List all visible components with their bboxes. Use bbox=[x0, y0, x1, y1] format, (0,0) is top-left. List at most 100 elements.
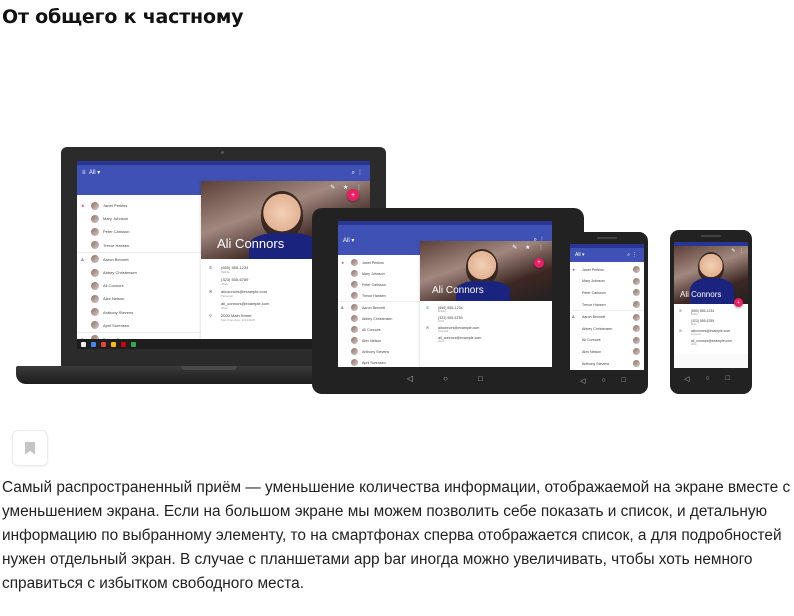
app-title: All bbox=[343, 237, 350, 244]
contact-row[interactable]: Ali Connors bbox=[77, 279, 201, 292]
contact-row[interactable]: ★ Janet Perkins bbox=[77, 199, 201, 212]
contact-row[interactable]: Alex Nelson bbox=[77, 292, 201, 305]
contact-row[interactable]: Anthony Stevens bbox=[77, 306, 201, 319]
contact-info: ✆ (650) 555-1234 Mobile (323) 555-6789 Work ✉… bbox=[420, 301, 552, 351]
contact-info-row: (323) 555-6789 Work bbox=[426, 316, 546, 323]
contact-row[interactable]: Mary Johnson bbox=[570, 276, 644, 288]
detail-toolbar-icons: ✎ ★ ⋮ bbox=[512, 245, 547, 251]
phone-icon: ✆ bbox=[426, 306, 430, 310]
contact-name: Abbey Christensen bbox=[582, 326, 613, 331]
contact-list: ★ Janet Perkins Mary Johnson Peter Carlsson… bbox=[570, 262, 644, 370]
contact-row[interactable]: Peter Carlsson bbox=[338, 279, 420, 290]
contact-row[interactable]: Anthony Stevens bbox=[338, 346, 420, 357]
app-bar-title: All ▾ bbox=[575, 252, 585, 258]
contact-name: Ali Connors bbox=[217, 236, 285, 251]
contact-row[interactable]: A Aaron Bennett bbox=[570, 311, 644, 323]
phone-screen: All ▾ ⌕⋮ ★ Janet Perkins Mary Johnson Peter… bbox=[570, 244, 644, 370]
tablet-mockup: All ▾ ⌕⋮ ★ Janet Perkins Mary Johnson Peter… bbox=[312, 208, 584, 394]
contact-row[interactable]: Anthony Stevens bbox=[570, 358, 644, 370]
contact-name: April Sorensen bbox=[362, 360, 386, 365]
contact-row[interactable]: April Sorensen bbox=[338, 357, 420, 367]
contact-row[interactable]: April Sorensen bbox=[77, 319, 201, 333]
youtube-icon bbox=[121, 341, 126, 347]
app-title: All bbox=[575, 252, 581, 258]
contact-name: Trevor Hansen bbox=[582, 302, 606, 307]
contact-row[interactable]: A Aaron Bennett bbox=[338, 302, 420, 313]
home-icon: ○ bbox=[705, 375, 710, 382]
contact-name: Ali Connors bbox=[362, 327, 381, 332]
contact-row[interactable]: A Aaron Bennett bbox=[77, 253, 201, 266]
info-label: Work bbox=[221, 306, 228, 310]
contact-row[interactable]: ★ Janet Perkins bbox=[338, 257, 420, 268]
avatar bbox=[633, 325, 640, 333]
contact-info: ✆ (650) 555-1234 Mobile (323) 555-6789 Work ✉… bbox=[674, 304, 748, 354]
avatar bbox=[91, 321, 99, 330]
contact-row[interactable]: Abbey Christensen bbox=[338, 313, 420, 324]
phone-icon: ✆ bbox=[209, 265, 213, 270]
contact-row[interactable]: Abbey Christensen bbox=[77, 266, 201, 279]
avatar bbox=[91, 268, 99, 277]
contact-photo: ✎ ★ ⋮ Ali Connors bbox=[420, 241, 552, 301]
recents-icon: □ bbox=[725, 375, 730, 382]
contact-name: Alex Nelson bbox=[103, 296, 125, 302]
contact-row[interactable]: Ali Connors bbox=[338, 324, 420, 335]
contact-name: Aaron Bennett bbox=[103, 256, 129, 262]
email-icon: ✉ bbox=[426, 326, 430, 330]
avatar bbox=[351, 337, 358, 344]
avatar bbox=[91, 241, 99, 250]
contact-row[interactable]: Ali Connors bbox=[570, 335, 644, 347]
avatar bbox=[91, 214, 99, 223]
phone-nav-bar: ◁ ○ □ bbox=[580, 377, 626, 385]
contact-row[interactable]: Alex Nelson bbox=[338, 335, 420, 346]
contact-row[interactable]: Peter Carlsson bbox=[77, 225, 201, 238]
tablet-nav-bar: ◁ ○ □ bbox=[407, 374, 483, 383]
add-icon: + bbox=[534, 258, 544, 268]
avatar bbox=[91, 227, 99, 236]
contact-row[interactable]: Alex Nelson bbox=[570, 346, 644, 358]
contact-row[interactable]: Trevor Hansen bbox=[570, 299, 644, 312]
contact-name: Ali Connors bbox=[103, 283, 124, 289]
contact-row[interactable]: Peter Carlsson bbox=[570, 287, 644, 299]
avatar bbox=[91, 281, 99, 290]
docs-icon bbox=[111, 341, 116, 347]
contact-name: Ali Connors bbox=[582, 338, 601, 343]
app-bar-title: ≡ All ▾ bbox=[82, 170, 101, 176]
avatar bbox=[633, 348, 640, 356]
contact-row[interactable]: Trevor Hansen bbox=[77, 239, 201, 253]
email-icon: ✉ bbox=[679, 329, 682, 333]
contact-info-row: ✉ aliconnors@example.com Personal bbox=[426, 326, 546, 333]
phone-detail-mockup: ✎ ⋮ Ali Connors + ✆ (650) 555-1234 Mobile (… bbox=[670, 230, 752, 394]
contact-name: Alex Nelson bbox=[362, 338, 382, 343]
contact-row[interactable]: ★ Janet Perkins bbox=[570, 264, 644, 276]
contact-name: Ali Connors bbox=[432, 285, 484, 296]
contact-row[interactable]: Mary Johnson bbox=[338, 268, 420, 279]
avatar bbox=[351, 281, 358, 288]
app-bar: All ▾ ⌕⋮ bbox=[570, 248, 644, 262]
contact-info-row: ✆ (650) 555-1234 Mobile bbox=[679, 309, 743, 316]
contact-name: Peter Carlsson bbox=[362, 282, 386, 287]
contact-row[interactable]: Mary Johnson bbox=[77, 212, 201, 225]
contact-row[interactable]: Abbey Christensen bbox=[570, 323, 644, 335]
avatar bbox=[91, 308, 99, 317]
back-icon: ◁ bbox=[684, 376, 690, 383]
section-letter: ★ bbox=[341, 260, 345, 265]
chrome-icon bbox=[91, 341, 96, 347]
info-label: Mobile bbox=[221, 270, 230, 274]
detail-toolbar-icons: ✎ ⋮ bbox=[731, 248, 745, 254]
contact-name: Janet Perkins bbox=[103, 203, 128, 209]
bookmark-button[interactable] bbox=[12, 430, 48, 466]
contact-name: Aaron Bennett bbox=[582, 315, 605, 320]
contact-name: Anthony Stevens bbox=[362, 349, 390, 354]
article-paragraph: Самый распространенный приём — уменьшени… bbox=[2, 479, 791, 592]
contact-row[interactable]: Trevor Hansen bbox=[338, 290, 420, 302]
home-icon: ○ bbox=[601, 377, 606, 384]
avatar bbox=[633, 301, 640, 309]
phone-screen: ✎ ⋮ Ali Connors + ✆ (650) 555-1234 Mobile (… bbox=[674, 242, 748, 368]
contact-name: Trevor Hansen bbox=[103, 242, 130, 248]
contact-name: Abbey Christensen bbox=[362, 316, 393, 321]
avatar bbox=[633, 360, 640, 368]
info-label: Work bbox=[221, 282, 228, 286]
app-bar-actions: ⌕⋮ bbox=[627, 252, 639, 258]
contact-info-row: ali_connors@example.com Work bbox=[426, 336, 546, 343]
contact-info-row: ✆ (650) 555-1234 Mobile bbox=[426, 306, 546, 313]
